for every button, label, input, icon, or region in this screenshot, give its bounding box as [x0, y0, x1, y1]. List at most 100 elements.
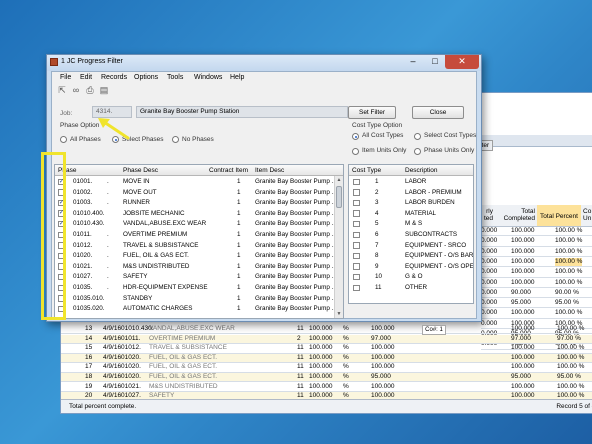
- description-column-header[interactable]: Description: [405, 167, 438, 174]
- cost-type-checkbox[interactable]: [353, 242, 360, 249]
- phase-option-title: Phase Option: [60, 122, 100, 129]
- cost-type-checkbox[interactable]: [353, 189, 360, 196]
- maximize-icon[interactable]: □: [425, 55, 445, 69]
- cost-type-desc: SUBCONTRACTS: [405, 231, 458, 238]
- cost-type-row[interactable]: 3 LABOR BURDEN: [349, 198, 473, 208]
- cost-type-checkbox[interactable]: [353, 231, 360, 238]
- phase-units-only-radio[interactable]: [414, 148, 421, 155]
- scroll-down-icon[interactable]: ▼: [335, 310, 343, 318]
- cost-type-checkbox[interactable]: [353, 263, 360, 270]
- checkbox-column-highlight: [41, 152, 66, 320]
- cost-type-checkbox[interactable]: [353, 252, 360, 260]
- phase-row[interactable]: 01012.. TRAVEL & SUBSISTANCE 1 Granite Bay …: [55, 241, 337, 251]
- cost-type-row[interactable]: 8 EQUIPMENT - O/S BARE: [349, 251, 473, 261]
- cost-type-column-header[interactable]: Cost Type: [352, 167, 381, 174]
- phase-grid-scrollbar[interactable]: ▲ ▼: [334, 176, 343, 318]
- folder-icon[interactable]: ▤: [98, 85, 110, 96]
- row-unit: %: [343, 344, 349, 352]
- background-total-percent: 100.00 %: [555, 237, 583, 245]
- cost-type-checkbox[interactable]: [353, 178, 360, 185]
- phase-row[interactable]: 01035.020. AUTOMATIC CHARGES 1 Granite Bay …: [55, 304, 337, 314]
- background-total-completed: 100.000: [511, 237, 535, 245]
- item-desc: Granite Bay Booster Pump ...: [255, 305, 337, 313]
- menu-edit[interactable]: Edit: [80, 74, 92, 81]
- phase-row[interactable]: 01021.. M&S UNDISTRIBUTED 1 Granite Bay Boo…: [55, 262, 337, 272]
- row-date: 4/9/16: [103, 325, 122, 332]
- scroll-up-icon[interactable]: ▲: [335, 176, 343, 184]
- minimize-icon[interactable]: –: [403, 55, 423, 69]
- cost-type-row[interactable]: 2 LABOR - PREMIUM: [349, 188, 473, 198]
- printer-icon[interactable]: ⎙: [84, 85, 96, 96]
- row-desc: TRAVEL & SUBSISTANCE: [149, 344, 227, 352]
- item-desc: Granite Bay Booster Pump ...: [255, 199, 337, 207]
- item-desc-column-header[interactable]: Item Desc: [255, 167, 284, 174]
- cost-type-code: 6: [375, 231, 379, 238]
- phase-row[interactable]: 01002.. MOVE OUT 1 Granite Bay Booster Pump…: [55, 188, 337, 198]
- select-cost-types-radio[interactable]: [414, 133, 421, 140]
- cost-type-checkbox[interactable]: [353, 284, 360, 291]
- close-icon[interactable]: ✕: [445, 55, 479, 69]
- menu-help[interactable]: Help: [230, 74, 244, 81]
- menu-file[interactable]: File: [60, 74, 71, 81]
- no-phases-radio[interactable]: [172, 136, 179, 143]
- background-row: 19 4/9/16 01021. M&S UNDISTRIBUTED 11 100.000…: [61, 383, 592, 392]
- phase-row[interactable]: 01020.. FUEL, OIL & GAS ECT. 1 Granite Bay …: [55, 251, 337, 261]
- scrollbar-thumb[interactable]: [336, 186, 342, 208]
- all-phases-radio[interactable]: [60, 136, 67, 143]
- select-tool-icon[interactable]: ⇱: [56, 85, 68, 96]
- all-cost-types-radio[interactable]: [352, 133, 359, 140]
- phase-row[interactable]: 01027.. SAFETY 1 Granite Bay Booster Pump .…: [55, 272, 337, 282]
- row-total-percent: 100.00 %: [557, 382, 585, 390]
- background-row: 13 4/9/16 01010.430. VANDAL,ABUSE.EXC WEAR 1…: [61, 325, 592, 335]
- row-percent: 100.000: [309, 373, 333, 380]
- no-phases-label: No Phases: [182, 136, 214, 143]
- link-tool-icon[interactable]: ∞: [70, 85, 82, 96]
- cost-type-row[interactable]: 10 G & O: [349, 272, 473, 282]
- cost-type-checkbox[interactable]: [353, 210, 360, 217]
- cost-type-checkbox[interactable]: [353, 273, 360, 281]
- phase-row[interactable]: ✓ 01001.. MOVE IN 1 Granite Bay Booster Pump…: [55, 177, 337, 187]
- set-filter-button[interactable]: Set Filter: [348, 106, 396, 119]
- cost-type-row[interactable]: 9 EQUIPMENT - O/S OPER...: [349, 262, 473, 272]
- phase-row[interactable]: 01011.. OVERTIME PREMIUM 1 Granite Bay Boos…: [55, 230, 337, 240]
- cost-type-checkbox[interactable]: [353, 199, 360, 207]
- menu-options[interactable]: Options: [134, 74, 158, 81]
- contract-item-column-header[interactable]: Contract Item: [209, 167, 248, 174]
- phase-row[interactable]: ✓ 01010.430. VANDAL,ABUSE.EXC WEAR 1 Granite…: [55, 219, 337, 229]
- background-total-completed: 100.000: [511, 257, 535, 265]
- item-units-only-label: Item Units Only: [362, 147, 407, 154]
- cost-type-code: 3: [375, 199, 379, 207]
- background-total-percent: 100.00 %: [555, 268, 583, 276]
- phase-desc: JOBSITE MECHANIC: [123, 209, 185, 217]
- close-button[interactable]: Close: [412, 106, 464, 119]
- jc-progress-filter-dialog: 1 JC Progress Filter – □ ✕ File Edit Rec…: [46, 54, 482, 335]
- row-desc: VANDAL,ABUSE.EXC WEAR: [149, 325, 235, 332]
- cost-type-checkbox[interactable]: [353, 220, 360, 228]
- cost-type-row[interactable]: 4 MATERIAL: [349, 209, 473, 219]
- background-value: 0.000: [481, 237, 498, 245]
- phase-code: 01010.400.: [73, 209, 105, 217]
- phase-row[interactable]: ✓ 01010.400. JOBSITE MECHANIC 1 Granite Bay …: [55, 209, 337, 219]
- row-total-percent: 100.00 %: [557, 344, 585, 352]
- phase-desc-column-header[interactable]: Phase Desc: [123, 167, 158, 174]
- phase-desc: OVERTIME PREMIUM: [123, 231, 188, 238]
- background-value: 0.000: [481, 288, 498, 296]
- cost-type-row[interactable]: 7 EQUIPMENT - SRCO: [349, 241, 473, 251]
- phase-desc: RUNNER: [123, 199, 150, 207]
- cost-type-row[interactable]: 5 M & S: [349, 219, 473, 229]
- menu-records[interactable]: Records: [101, 74, 127, 81]
- cost-type-row[interactable]: 1 LABOR: [349, 177, 473, 187]
- phase-row[interactable]: 01035.. HDR-EQUIPMENT EXPENSE 1 Granite Bay…: [55, 283, 337, 293]
- background-total-completed: 100.000: [511, 247, 535, 255]
- item-desc: Granite Bay Booster Pump ...: [255, 220, 337, 228]
- phase-code: 01010.430.: [73, 220, 105, 228]
- item-units-only-radio[interactable]: [352, 148, 359, 155]
- background-total-percent: 100.00 %: [555, 257, 583, 267]
- phase-row[interactable]: 01035.010. STANDBY 1 Granite Bay Booster Pu…: [55, 294, 337, 304]
- cost-type-row[interactable]: 11 OTHER: [349, 283, 473, 293]
- menu-tools[interactable]: Tools: [167, 74, 183, 81]
- phase-row[interactable]: ✓ 01003.. RUNNER 1 Granite Bay Booster Pump …: [55, 198, 337, 208]
- menu-windows[interactable]: Windows: [194, 74, 222, 81]
- row-number: 17: [85, 363, 93, 371]
- cost-type-row[interactable]: 6 SUBCONTRACTS: [349, 230, 473, 240]
